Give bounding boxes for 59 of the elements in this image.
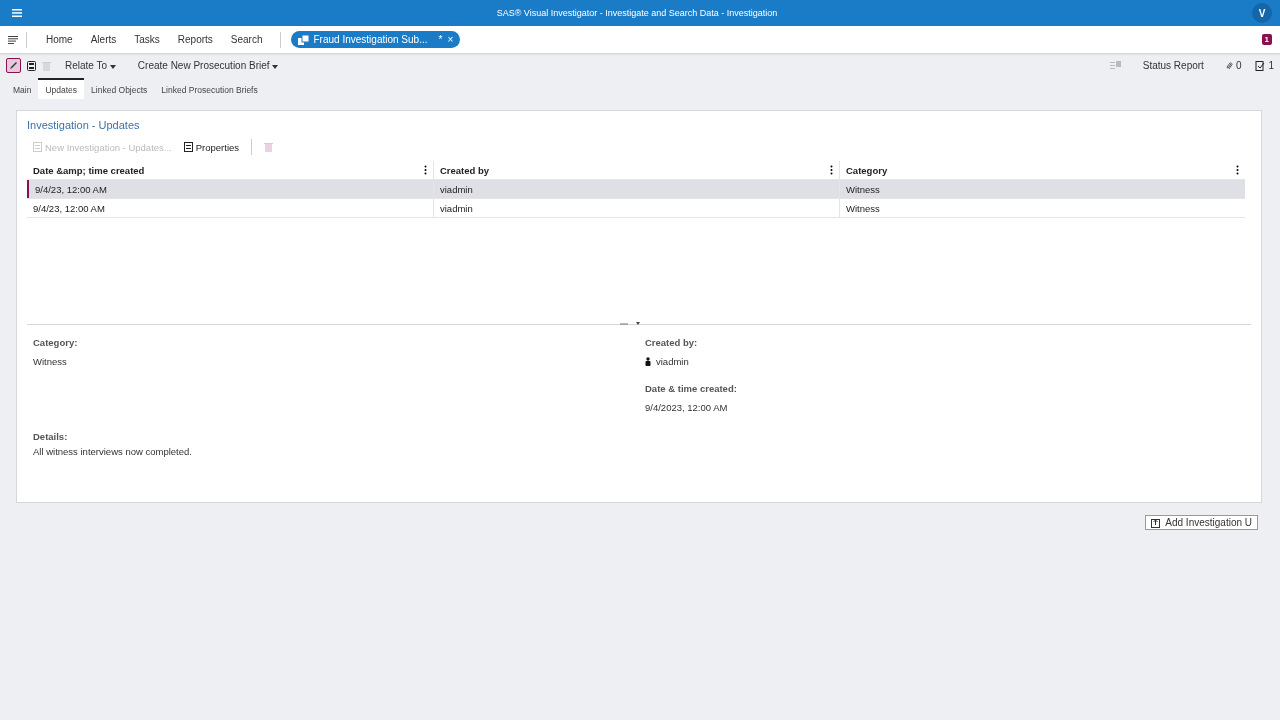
table-cell-text: 9/4/23, 12:00 AM xyxy=(32,201,106,216)
nav-link[interactable]: Alerts xyxy=(81,34,126,45)
field-label: Details: xyxy=(33,431,69,442)
field-value: All witness interviews now completed. xyxy=(33,446,193,457)
table-cell: Witness xyxy=(839,199,1245,217)
table-cell: viadmin xyxy=(433,180,839,198)
caret-icon xyxy=(272,65,279,69)
dropdown-menu-button[interactable]: Relate To xyxy=(57,60,124,71)
tab[interactable]: Main xyxy=(6,80,39,99)
column-menu-icon[interactable] xyxy=(424,165,427,175)
menu-icon[interactable] xyxy=(12,9,22,17)
user-avatar[interactable]: V xyxy=(1252,3,1272,23)
field-value: viadmin xyxy=(656,356,689,367)
dropdown-menu-button[interactable]: Create New Prosecution Brief xyxy=(129,60,287,71)
pencil-icon xyxy=(9,61,18,70)
open-document-tab[interactable]: Fraud Investigation Sub... * × xyxy=(290,31,461,48)
attachment-count: 0 xyxy=(1235,60,1242,71)
field-value: Witness xyxy=(33,356,68,367)
close-tab-button[interactable]: × xyxy=(447,34,454,45)
menu-icon[interactable] xyxy=(8,35,18,44)
table-cell: Witness xyxy=(839,180,1245,198)
field-label: Date & time created: xyxy=(645,383,738,394)
clipboard-check-icon[interactable] xyxy=(1255,60,1266,71)
notification-badge[interactable]: 1 xyxy=(1261,34,1272,45)
nav-link[interactable]: Tasks xyxy=(125,34,169,45)
upload-icon xyxy=(1151,517,1162,528)
nav-link[interactable]: Home xyxy=(37,34,82,45)
table-cell: viadmin xyxy=(433,199,839,217)
tab[interactable]: Updates xyxy=(38,78,85,99)
field-value: 9/4/2023, 12:00 AM xyxy=(645,402,729,413)
field-label: Created by: xyxy=(645,337,699,348)
status-report-button[interactable]: Status Report xyxy=(1134,60,1212,71)
edit-button[interactable] xyxy=(6,58,21,73)
add-document-icon xyxy=(33,142,42,152)
column-menu-icon[interactable] xyxy=(830,165,833,175)
column-header[interactable]: Category xyxy=(839,161,1245,179)
nav-link[interactable]: Search xyxy=(221,34,272,45)
paperclip-icon[interactable] xyxy=(1225,60,1233,71)
task-count: 1 xyxy=(1268,60,1274,71)
caret-icon xyxy=(109,65,116,69)
column-header[interactable]: Date &amp; time created xyxy=(27,161,433,179)
field-label: Category: xyxy=(33,337,79,348)
nav-link[interactable]: Reports xyxy=(168,34,222,45)
splitter-handle-icon[interactable] xyxy=(620,321,642,327)
person-icon xyxy=(645,357,651,366)
documents-icon xyxy=(297,34,309,45)
tab[interactable]: Linked Prosecution Briefs xyxy=(154,80,265,99)
tab[interactable]: Linked Objects xyxy=(84,80,155,99)
tab-label: Fraud Investigation Sub... xyxy=(313,34,428,45)
table-cell: 9/4/23, 12:00 AM xyxy=(27,180,433,198)
add-update-button[interactable]: Add Investigation U xyxy=(1145,515,1258,530)
properties-icon xyxy=(183,142,193,152)
column-menu-icon[interactable] xyxy=(1236,165,1239,175)
modified-mark: * xyxy=(438,34,443,45)
column-header[interactable]: Created by xyxy=(433,161,839,179)
window-title: SAS® Visual Investigator - Investigate and Search Data - Investigation xyxy=(495,8,779,18)
save-icon[interactable] xyxy=(27,60,36,71)
toolbar-action-button[interactable]: Properties xyxy=(183,141,240,153)
panel-title: Investigation - Updates xyxy=(27,119,141,131)
